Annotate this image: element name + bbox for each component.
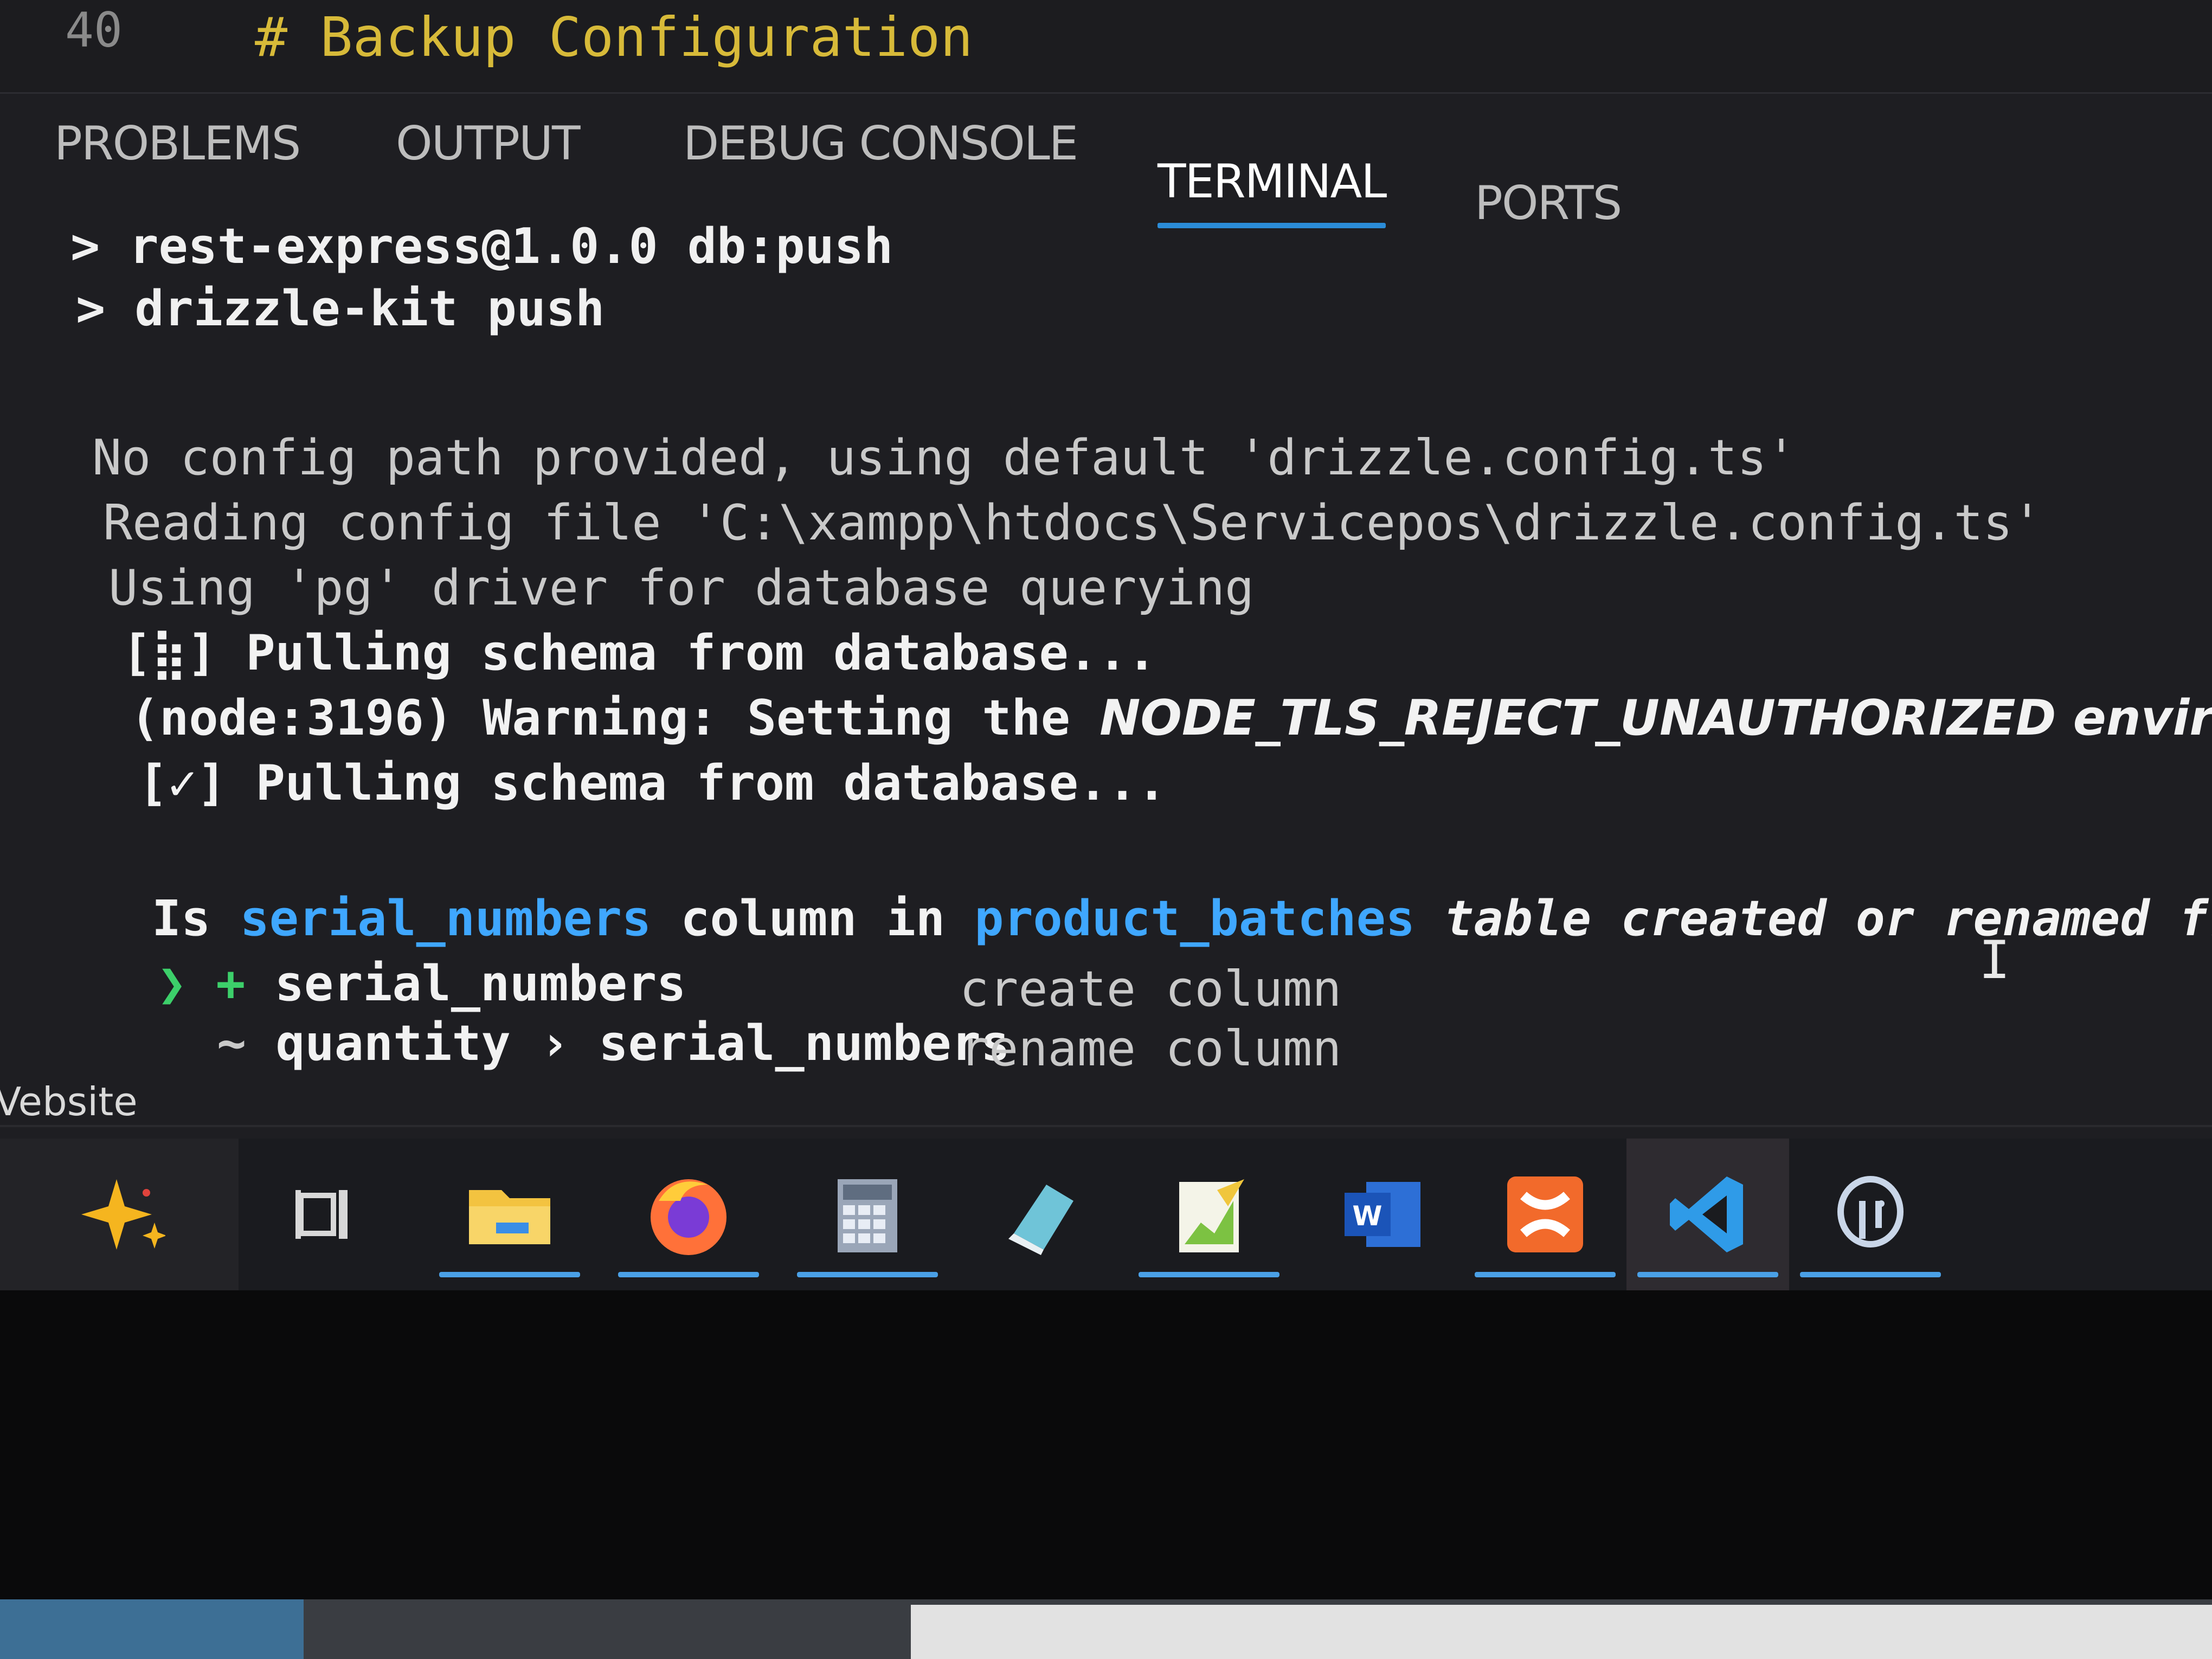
terminal-output[interactable]: > rest-express@1.0.0 db:push > drizzle-k… bbox=[0, 217, 2212, 1084]
running-indicator bbox=[1800, 1272, 1941, 1277]
output-line: No config path provided, using default '… bbox=[92, 429, 1796, 486]
taskbar-notepad-plus-plus[interactable] bbox=[1128, 1139, 1290, 1290]
calculator-icon bbox=[838, 1179, 897, 1252]
taskbar-file-explorer[interactable] bbox=[428, 1139, 591, 1290]
tab-problems[interactable]: PROBLEMS bbox=[54, 117, 301, 171]
tab-terminal[interactable]: TERMINAL bbox=[1158, 155, 1387, 228]
code-comment[interactable]: # Backup Configuration bbox=[255, 5, 973, 69]
option-rename-column[interactable]: ~ quantity › serial_numbers bbox=[217, 1014, 1010, 1073]
taskbar-notepad[interactable] bbox=[960, 1139, 1122, 1290]
pull-status-line: [⣷] Pulling schema from database... bbox=[122, 623, 1156, 683]
xampp-icon bbox=[1507, 1176, 1583, 1252]
spinner-icon: [⣷] bbox=[122, 625, 217, 681]
question-text: table created or renamed from another bbox=[1444, 890, 2212, 947]
taskbar-copilot[interactable] bbox=[0, 1139, 239, 1290]
command-line: > drizzle-kit push bbox=[76, 280, 605, 337]
output-line: Reading config file 'C:\xampp\htdocs\Ser… bbox=[103, 494, 2042, 551]
taskbar-vscode[interactable] bbox=[1626, 1139, 1789, 1290]
question-text: Is bbox=[152, 890, 240, 947]
word-icon: W bbox=[1345, 1182, 1420, 1247]
warning-line: (node:3196) Warning: Setting the NODE_TL… bbox=[130, 689, 2212, 748]
sparkle-icon bbox=[81, 1179, 165, 1250]
taskbar-firefox[interactable] bbox=[607, 1139, 770, 1290]
output-line: Using 'pg' driver for database querying bbox=[108, 560, 1255, 616]
vscode-icon bbox=[1670, 1176, 1743, 1252]
text-cursor-icon: I bbox=[1979, 930, 2010, 991]
option-name: serial_numbers bbox=[245, 955, 686, 1012]
column-name: serial_numbers bbox=[240, 890, 652, 947]
selected-option-marker: ❯ + bbox=[157, 955, 246, 1012]
pull-status-text: Pulling schema from database... bbox=[226, 755, 1167, 812]
running-indicator bbox=[1637, 1272, 1778, 1277]
option-create-column[interactable]: ❯ + serial_numbers bbox=[157, 954, 686, 1014]
desk-object bbox=[0, 1599, 304, 1659]
option-action: rename column bbox=[960, 1020, 1342, 1077]
rename-marker: ~ bbox=[217, 1015, 247, 1072]
running-indicator bbox=[1475, 1272, 1616, 1277]
option-action: create column bbox=[960, 961, 1342, 1018]
table-name: product_batches bbox=[974, 890, 1415, 947]
taskbar-calculator[interactable] bbox=[786, 1139, 949, 1290]
task-view-icon bbox=[295, 1190, 348, 1239]
warning-variable: NODE_TLS_REJECT_UNAUTHORIZED environment… bbox=[1099, 690, 2212, 747]
running-indicator bbox=[618, 1272, 759, 1277]
prompt-question: Is serial_numbers column in product_batc… bbox=[152, 889, 2212, 949]
desk-surface bbox=[911, 1605, 2212, 1659]
tab-terminal-label: TERMINAL bbox=[1158, 155, 1387, 209]
line-number: 40 bbox=[65, 2, 123, 58]
notepadpp-icon bbox=[1179, 1179, 1244, 1252]
status-label: Vebsite bbox=[0, 1079, 138, 1124]
taskbar-word[interactable]: W bbox=[1301, 1139, 1464, 1290]
notepad-icon bbox=[1008, 1185, 1073, 1255]
command-line: > rest-express@1.0.0 db:push bbox=[70, 218, 893, 275]
question-text: column in bbox=[651, 890, 975, 947]
monitor-screen: 40 # Backup Configuration PROBLEMS OUTPU… bbox=[0, 0, 2212, 1290]
pull-status-line: [✓] Pulling schema from database... bbox=[138, 754, 1166, 813]
svg-text:W: W bbox=[1352, 1200, 1382, 1232]
warning-prefix: (node:3196) Warning: Setting the bbox=[130, 690, 1100, 747]
running-indicator bbox=[797, 1272, 938, 1277]
taskbar: W bbox=[0, 1139, 2212, 1290]
editor-line[interactable]: 40 # Backup Configuration bbox=[0, 0, 2212, 94]
running-indicator bbox=[1139, 1272, 1279, 1277]
taskbar-pgadmin[interactable] bbox=[1789, 1139, 1952, 1290]
tab-debug-console[interactable]: DEBUG CONSOLE bbox=[683, 117, 1078, 171]
folder-icon bbox=[469, 1190, 550, 1244]
postgres-icon bbox=[1837, 1176, 1904, 1248]
pull-status-text: Pulling schema from database... bbox=[216, 625, 1157, 681]
taskbar-xampp[interactable] bbox=[1464, 1139, 1626, 1290]
tab-output[interactable]: OUTPUT bbox=[396, 117, 581, 171]
taskbar-task-view[interactable] bbox=[244, 1139, 407, 1290]
checkmark-icon: [✓] bbox=[138, 755, 227, 812]
option-name: quantity › serial_numbers bbox=[246, 1015, 1010, 1072]
divider bbox=[0, 1125, 2212, 1127]
running-indicator bbox=[439, 1272, 580, 1277]
firefox-icon bbox=[651, 1179, 726, 1255]
